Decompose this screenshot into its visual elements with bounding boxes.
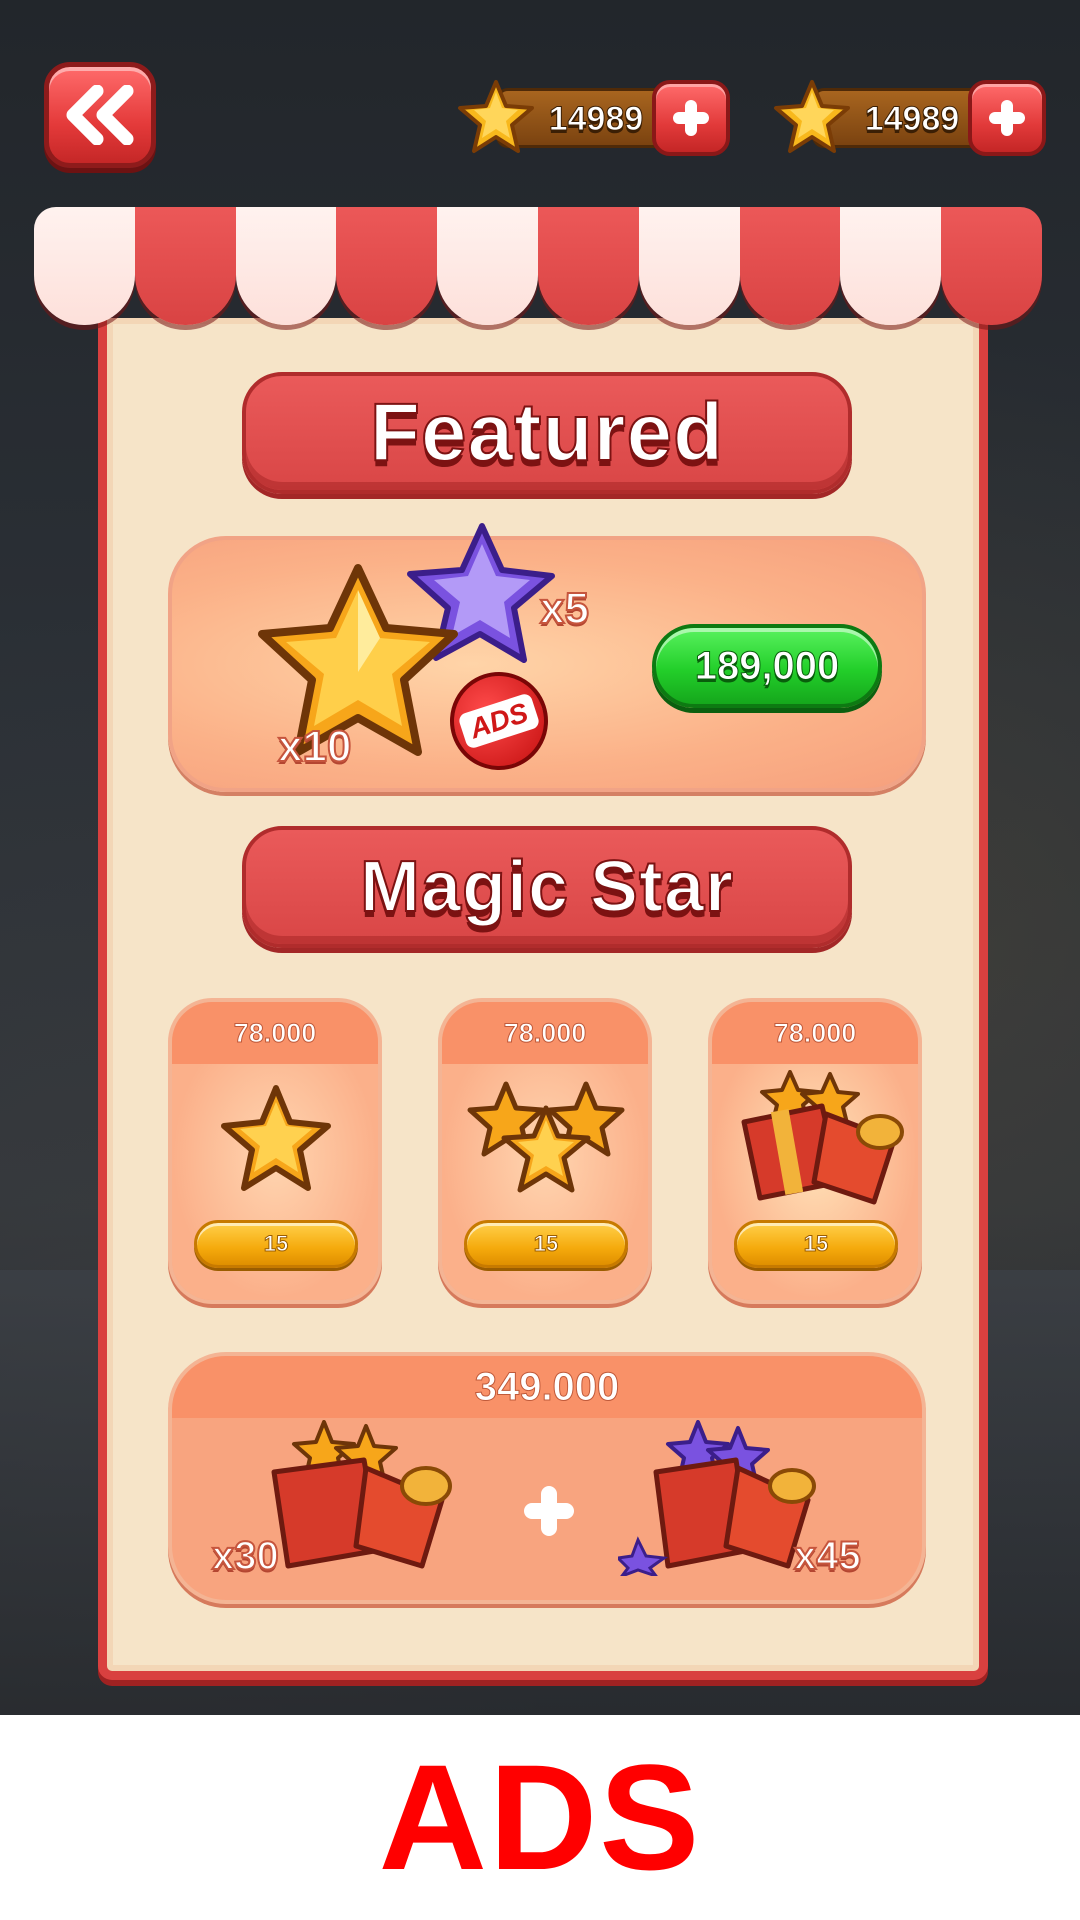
magic-star-item-3[interactable]: 78.000 15: [708, 998, 922, 1304]
gold-star-icon: [774, 80, 850, 153]
featured-buy-button[interactable]: 189,000: [652, 624, 882, 708]
single-gold-star-icon: [221, 1085, 331, 1191]
awning-stripe: [235, 207, 337, 325]
bundle-left-quantity: x30: [211, 1533, 280, 1579]
purple-gift-box-icon: [618, 1420, 816, 1576]
awning-stripe: [840, 207, 942, 325]
item-body: 15: [712, 1064, 918, 1300]
three-gold-stars-icon: [467, 1081, 625, 1193]
item-price: 78.000: [442, 1002, 648, 1064]
gold-gift-box-icon: [271, 1420, 452, 1569]
gold-star-icon: [458, 80, 534, 153]
magic-star-title-banner: Magic Star: [242, 826, 852, 948]
item-cost-button[interactable]: 15: [464, 1220, 628, 1268]
awning-stripe: [336, 207, 438, 325]
back-button[interactable]: [44, 62, 156, 168]
bundle-price: 349.000: [172, 1356, 922, 1418]
item-body: 15: [172, 1064, 378, 1300]
gift-box-stars-icon: [741, 1070, 904, 1205]
item-cost-button[interactable]: 15: [734, 1220, 898, 1268]
double-chevron-left-icon: [66, 85, 134, 145]
plus-icon: [673, 100, 709, 136]
plus-icon: [524, 1486, 574, 1536]
currency-counter-1: 14989: [456, 80, 730, 156]
featured-title: Featured: [369, 386, 725, 479]
add-currency-button[interactable]: [968, 80, 1046, 156]
awning-stripe: [638, 207, 740, 325]
purple-star-quantity: x5: [539, 583, 590, 634]
item-price: 78.000: [172, 1002, 378, 1064]
item-body: 15: [442, 1064, 648, 1300]
awning-stripe: [537, 207, 639, 325]
magic-star-item-2[interactable]: 78.000 15: [438, 998, 652, 1304]
currency-amount: 14989: [548, 100, 644, 139]
magic-star-title: Magic Star: [359, 846, 735, 928]
awning-stripe: [941, 207, 1042, 325]
awning-stripe: [134, 207, 236, 325]
awning-stripe: [437, 207, 538, 325]
ads-footer-label: ADS: [378, 1733, 702, 1901]
item-cost-button[interactable]: 15: [194, 1220, 358, 1268]
gold-star-quantity: x10: [277, 721, 352, 772]
magic-star-item-1[interactable]: 78.000 15: [168, 998, 382, 1304]
shop-awning: [34, 207, 1042, 325]
item-price: 78.000: [712, 1002, 918, 1064]
ads-badge-label: ADS: [457, 692, 541, 750]
featured-offer-card[interactable]: ADS x10 x5 189,000: [168, 523, 926, 792]
plus-icon: [989, 100, 1025, 136]
awning-stripe: [739, 207, 841, 325]
bundle-right-quantity: x45: [793, 1533, 862, 1579]
currency-amount: 14989: [864, 100, 960, 139]
bundle-offer-card[interactable]: 349.000 x30 x45: [168, 1352, 926, 1604]
ads-footer: ADS: [0, 1715, 1080, 1920]
currency-counter-2: 14989: [772, 80, 1046, 156]
featured-title-banner: Featured: [242, 372, 852, 494]
add-currency-button[interactable]: [652, 80, 730, 156]
awning-stripe: [34, 207, 135, 325]
